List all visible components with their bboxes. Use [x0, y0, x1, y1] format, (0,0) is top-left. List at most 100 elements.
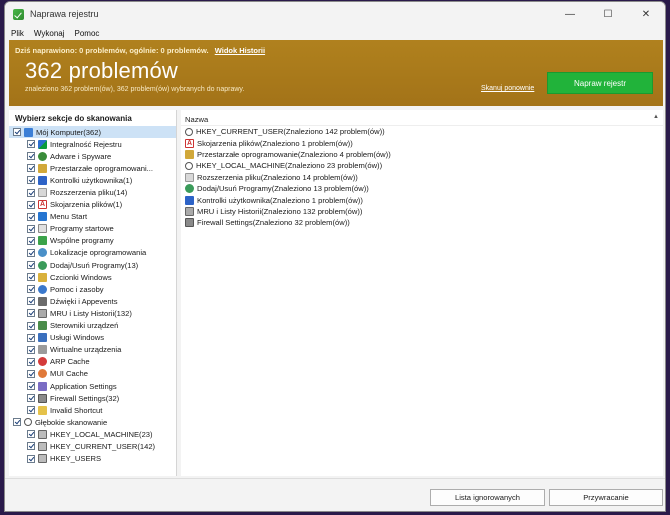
result-row[interactable]: MRU i Listy Historii(Znaleziono 132 prob… — [181, 206, 663, 217]
checkbox[interactable] — [27, 309, 35, 318]
tree-item[interactable]: Adware i Spyware — [9, 150, 176, 162]
file-icon — [38, 188, 47, 198]
ignored-list-button[interactable]: Lista ignorowanych — [430, 489, 545, 506]
checkbox[interactable] — [27, 188, 35, 197]
result-row[interactable]: Rozszerzenia pliku(Znaleziono 14 problem… — [181, 172, 663, 183]
tree-item[interactable]: ARP Cache — [9, 356, 176, 368]
menu-pomoc[interactable]: Pomoc — [75, 29, 100, 38]
tree-item[interactable]: Invalid Shortcut — [9, 404, 176, 416]
tree-item[interactable]: Application Settings — [9, 380, 176, 392]
checkbox[interactable] — [27, 394, 35, 403]
tree-item-label: ARP Cache — [50, 357, 90, 367]
help-icon — [38, 284, 47, 294]
rescan-link[interactable]: Skanuj ponownie — [481, 85, 534, 92]
column-name-header[interactable]: Nazwa — [185, 115, 208, 124]
arp-icon — [38, 357, 47, 367]
box-icon — [185, 149, 194, 159]
app-icon — [38, 381, 47, 391]
tree-item[interactable]: Lokalizacje oprogramowania — [9, 247, 176, 259]
tree-item[interactable]: Sterowniki urządzeń — [9, 320, 176, 332]
checkbox[interactable] — [27, 357, 35, 366]
tree-item[interactable]: Menu Start — [9, 211, 176, 223]
checkbox[interactable] — [27, 369, 35, 378]
a-icon: A — [38, 200, 47, 210]
tree-root-deep-scan[interactable]: Głębokie skanowanie — [9, 416, 176, 428]
tree-item[interactable]: HKEY_USERS — [9, 453, 176, 465]
tree-item[interactable]: HKEY_LOCAL_MACHINE(23) — [9, 428, 176, 440]
tree-item-label: Invalid Shortcut — [50, 405, 103, 415]
tree-item-label: Sterowniki urządzeń — [50, 321, 119, 331]
close-button[interactable]: ✕ — [627, 2, 665, 26]
tree-item[interactable]: Kontrolki użytkownika(1) — [9, 174, 176, 186]
checkbox[interactable] — [13, 418, 21, 427]
tree-item[interactable]: Usługi Windows — [9, 332, 176, 344]
tree-item[interactable]: MUI Cache — [9, 368, 176, 380]
checkbox[interactable] — [27, 140, 35, 149]
checkbox[interactable] — [27, 248, 35, 257]
checkbox[interactable] — [13, 128, 21, 137]
result-label: HKEY_CURRENT_USER(Znaleziono 142 problem… — [196, 127, 385, 137]
result-row[interactable]: Firewall Settings(Znaleziono 32 problem(… — [181, 217, 663, 228]
file-icon — [185, 172, 194, 182]
scan-sections-tree: Mój Komputer(362) Integralność Rejestru Ad… — [9, 126, 176, 465]
restore-button[interactable]: Przywracanie — [549, 489, 663, 506]
sound-icon — [38, 296, 47, 306]
scroll-up-icon[interactable]: ▲ — [653, 114, 659, 120]
tree-item[interactable]: Programy startowe — [9, 223, 176, 235]
bug-icon — [38, 151, 47, 161]
checkbox[interactable] — [27, 236, 35, 245]
tree-item[interactable]: Wirtualne urządzenia — [9, 344, 176, 356]
checkbox[interactable] — [27, 224, 35, 233]
checkbox[interactable] — [27, 333, 35, 342]
checkbox[interactable] — [27, 442, 35, 451]
result-row[interactable]: Kontrolki użytkownika(Znaleziono 1 probl… — [181, 194, 663, 205]
checkbox[interactable] — [27, 297, 35, 306]
checkbox[interactable] — [27, 454, 35, 463]
checkbox[interactable] — [27, 345, 35, 354]
tree-item-label: Przestarzałe oprogramowani... — [50, 163, 153, 173]
result-row[interactable]: A Skojarzenia plików(Znaleziono 1 problem… — [181, 137, 663, 148]
checkbox[interactable] — [27, 285, 35, 294]
checkbox[interactable] — [27, 200, 35, 209]
tree-item[interactable]: Dodaj/Usuń Programy(13) — [9, 259, 176, 271]
result-row[interactable]: HKEY_CURRENT_USER(Znaleziono 142 problem… — [181, 126, 663, 137]
tree-item[interactable]: Firewall Settings(32) — [9, 392, 176, 404]
fix-registry-button[interactable]: Napraw rejestr — [547, 72, 653, 94]
menu-wykonaj[interactable]: Wykonaj — [34, 29, 65, 38]
tree-item[interactable]: Czcionki Windows — [9, 271, 176, 283]
checkbox[interactable] — [27, 176, 35, 185]
checkbox[interactable] — [27, 261, 35, 270]
mui-icon — [38, 369, 47, 379]
checkbox[interactable] — [27, 164, 35, 173]
tree-item-label: Integralność Rejestru — [50, 139, 122, 149]
tree-item[interactable]: Pomoc i zasoby — [9, 283, 176, 295]
tree-item[interactable]: Dźwięki i Appevents — [9, 295, 176, 307]
checkbox[interactable] — [27, 152, 35, 161]
maximize-button[interactable]: ☐ — [589, 2, 627, 26]
tree-item[interactable]: HKEY_CURRENT_USER(142) — [9, 440, 176, 452]
result-row[interactable]: HKEY_LOCAL_MACHINE(Znaleziono 23 problem… — [181, 160, 663, 171]
tree-item[interactable]: A Skojarzenia plików(1) — [9, 199, 176, 211]
menu-plik[interactable]: Plik — [11, 29, 24, 38]
result-row[interactable]: Przestarzałe oprogramowanie(Znaleziono 4… — [181, 149, 663, 160]
tree-item-label: MUI Cache — [50, 369, 88, 379]
tree-item-label: Dodaj/Usuń Programy(13) — [50, 260, 139, 270]
tree-item[interactable]: Przestarzałe oprogramowani... — [9, 162, 176, 174]
checkbox[interactable] — [27, 406, 35, 415]
checkbox[interactable] — [27, 212, 35, 221]
checkbox[interactable] — [27, 430, 35, 439]
app-logo-icon — [13, 8, 24, 20]
result-row[interactable]: Dodaj/Usuń Programy(Znaleziono 13 proble… — [181, 183, 663, 194]
checkbox[interactable] — [27, 273, 35, 282]
checkbox[interactable] — [27, 321, 35, 330]
tree-item[interactable]: Integralność Rejestru — [9, 138, 176, 150]
tree-root-my-computer[interactable]: Mój Komputer(362) — [9, 126, 176, 139]
computer-icon — [24, 127, 33, 137]
results-list: HKEY_CURRENT_USER(Znaleziono 142 problem… — [181, 126, 663, 229]
checkbox[interactable] — [27, 382, 35, 391]
tree-item[interactable]: Wspólne programy — [9, 235, 176, 247]
tree-item[interactable]: Rozszerzenia pliku(14) — [9, 186, 176, 198]
minimize-button[interactable]: — — [551, 2, 589, 26]
history-link[interactable]: Widok Historii — [215, 46, 265, 55]
tree-item[interactable]: MRU i Listy Historii(132) — [9, 307, 176, 319]
